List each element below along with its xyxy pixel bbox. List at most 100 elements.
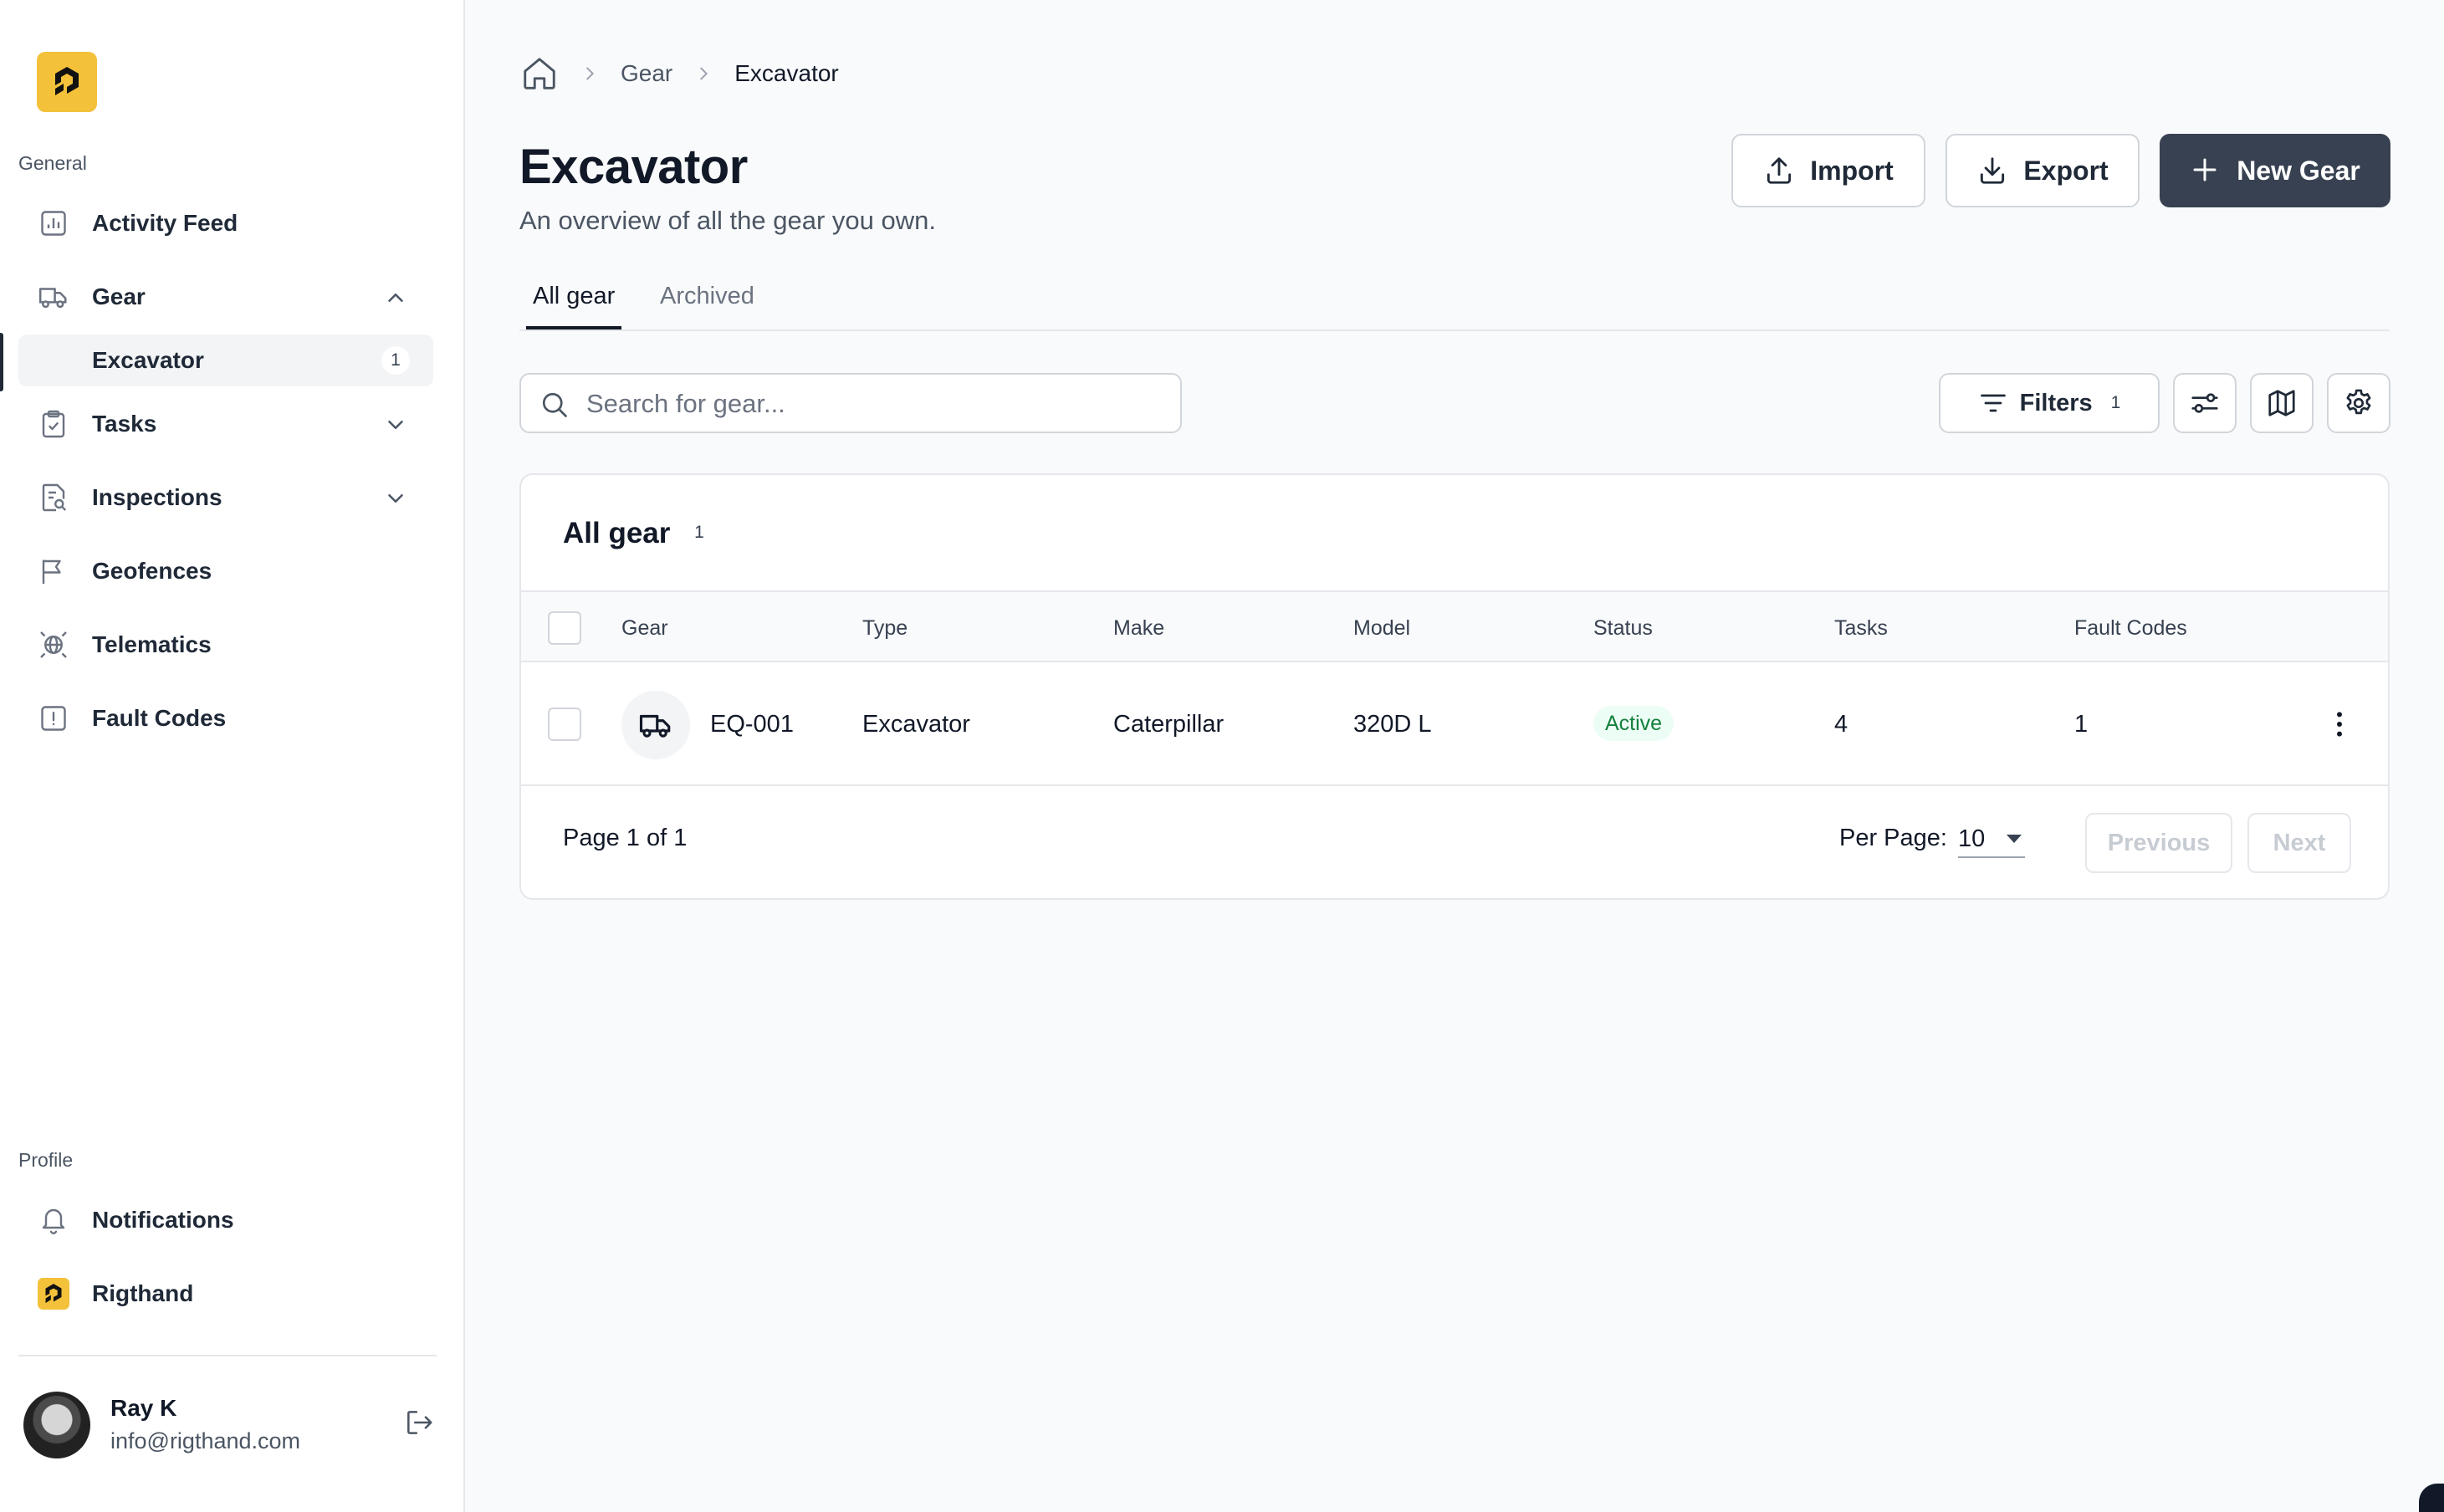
previous-button[interactable]: Previous (2085, 813, 2232, 873)
sidebar-item-label: Tasks (92, 411, 157, 437)
chevron-right-icon (694, 64, 713, 83)
cell-model: 320D L (1353, 711, 1432, 738)
sidebar-item-label: Telematics (92, 631, 212, 657)
status-badge: Active (1593, 706, 1674, 741)
sidebar: General Activity Feed Gear Excavator 1 T… (0, 0, 465, 1512)
globe-icon (37, 628, 70, 662)
sidebar-item-notifications[interactable]: Notifications (18, 1191, 433, 1249)
settings-button[interactable] (2327, 373, 2390, 433)
document-search-icon (37, 481, 70, 514)
flag-icon (37, 554, 70, 588)
card-title: All gear (563, 517, 671, 549)
sidebar-subitem-excavator[interactable]: Excavator 1 (18, 335, 433, 386)
chevron-down-icon[interactable] (383, 486, 408, 511)
filters-button[interactable]: Filters 1 (1939, 373, 2160, 433)
breadcrumb-current: Excavator (734, 60, 839, 86)
sidebar-item-gear[interactable]: Gear (18, 268, 433, 326)
new-gear-button[interactable]: New Gear (2160, 134, 2390, 207)
sidebar-item-organization[interactable]: Rigthand (18, 1264, 433, 1323)
sidebar-item-label: Fault Codes (92, 705, 227, 731)
sidebar-subitem-label: Excavator (92, 347, 204, 373)
download-icon (1976, 155, 2008, 186)
sidebar-item-telematics[interactable]: Telematics (18, 616, 433, 674)
adjust-columns-button[interactable] (2173, 373, 2237, 433)
sidebar-item-label: Geofences (92, 558, 212, 584)
page-indicator: Page 1 of 1 (563, 825, 688, 851)
map-icon (2266, 387, 2298, 419)
user-name: Ray K (110, 1395, 177, 1421)
cell-make: Caterpillar (1113, 711, 1225, 738)
user-profile[interactable]: Ray K info@rigthand.com (23, 1392, 442, 1458)
column-header-fault-codes[interactable]: Fault Codes (2074, 616, 2187, 641)
logout-icon[interactable] (403, 1407, 437, 1440)
avatar (23, 1392, 90, 1458)
sidebar-item-label: Rigthand (92, 1280, 194, 1306)
logo-mark-icon (55, 67, 79, 95)
page-subtitle: An overview of all the gear you own. (519, 206, 936, 235)
search-field (519, 373, 1182, 433)
filters-count: 1 (2110, 393, 2121, 412)
plus-icon (2190, 155, 2222, 186)
sidebar-item-fault-codes[interactable]: Fault Codes (18, 689, 433, 748)
sidebar-item-inspections[interactable]: Inspections (18, 468, 433, 527)
import-button[interactable]: Import (1731, 134, 1925, 207)
map-view-button[interactable] (2250, 373, 2314, 433)
sidebar-item-activity-feed[interactable]: Activity Feed (18, 194, 433, 253)
section-label-profile: Profile (18, 1149, 74, 1171)
row-checkbox[interactable] (548, 707, 581, 741)
per-page-label: Per Page: (1839, 825, 1947, 851)
cell-gear-id[interactable]: EQ-001 (710, 711, 794, 738)
search-input[interactable] (586, 385, 1163, 423)
home-icon[interactable] (520, 54, 559, 93)
sidebar-item-geofences[interactable]: Geofences (18, 542, 433, 600)
breadcrumb-link-gear[interactable]: Gear (621, 60, 672, 87)
more-options-icon[interactable] (2323, 707, 2356, 741)
exclamation-square-icon (37, 702, 70, 735)
cell-tasks: 4 (1834, 711, 1848, 738)
count-badge: 1 (694, 523, 704, 542)
column-header-model[interactable]: Model (1353, 616, 1410, 641)
caret-down-icon (2007, 835, 2022, 843)
cell-type: Excavator (862, 711, 970, 738)
chevron-down-icon[interactable] (383, 412, 408, 437)
select-all-checkbox[interactable] (548, 611, 581, 645)
per-page-value: 10 (1958, 825, 1986, 852)
column-header-gear[interactable]: Gear (621, 616, 668, 641)
column-header-status[interactable]: Status (1593, 616, 1653, 641)
app-logo[interactable] (37, 52, 97, 112)
cell-fault-codes: 1 (2074, 711, 2089, 738)
sidebar-item-label: Notifications (92, 1207, 234, 1233)
tab-all-gear[interactable]: All gear (526, 283, 622, 329)
bell-icon (37, 1203, 70, 1237)
column-header-make[interactable]: Make (1113, 616, 1164, 641)
count-badge: 1 (381, 346, 410, 375)
sidebar-item-tasks[interactable]: Tasks (18, 395, 433, 453)
truck-icon (638, 707, 673, 743)
sidebar-item-label: Gear (92, 284, 146, 309)
column-header-type[interactable]: Type (862, 616, 908, 641)
per-page-select[interactable]: 10 (1958, 820, 2025, 858)
section-label-general: General (18, 152, 87, 174)
export-button[interactable]: Export (1945, 134, 2140, 207)
table-row[interactable]: EQ-001 Excavator Caterpillar 320D L Acti… (521, 664, 2388, 786)
export-label: Export (2023, 155, 2109, 186)
page-title: Excavator (519, 140, 748, 194)
gear-avatar (621, 691, 690, 759)
import-label: Import (1810, 155, 1894, 186)
sidebar-item-label: Inspections (92, 484, 222, 510)
chat-widget[interactable] (2419, 1484, 2444, 1512)
column-header-tasks[interactable]: Tasks (1834, 616, 1888, 641)
tab-archived[interactable]: Archived (660, 283, 754, 329)
truck-icon (37, 280, 70, 314)
chevron-up-icon[interactable] (383, 285, 408, 310)
search-icon (539, 390, 570, 420)
upload-icon (1763, 155, 1795, 186)
table-header: Gear Type Make Model Status Tasks Fault … (521, 590, 2388, 662)
gear-icon (2343, 387, 2375, 419)
active-indicator (0, 333, 3, 391)
divider (18, 1355, 437, 1356)
new-gear-label: New Gear (2237, 155, 2360, 186)
next-button[interactable]: Next (2247, 813, 2351, 873)
filter-lines-icon (1978, 388, 2008, 418)
sliders-icon (2189, 387, 2221, 419)
